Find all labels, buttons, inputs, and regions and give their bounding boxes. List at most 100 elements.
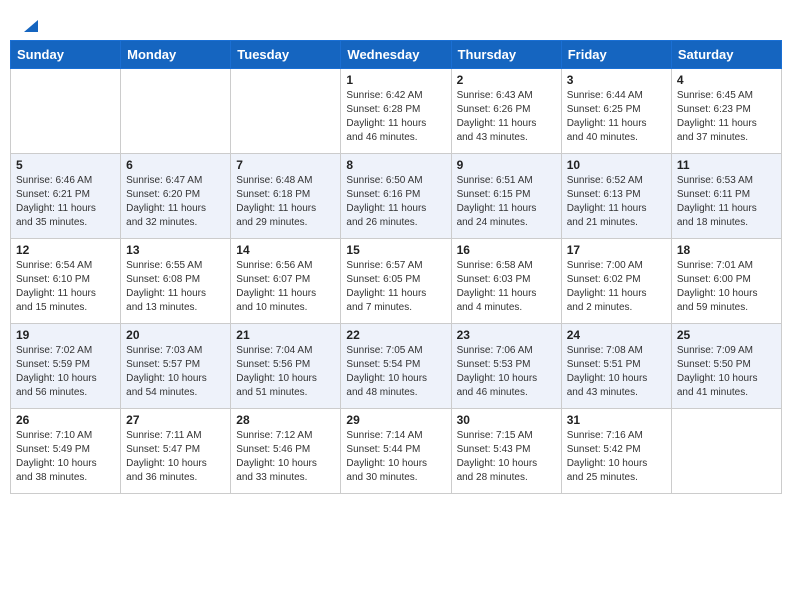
day-info: Sunrise: 6:44 AM Sunset: 6:25 PM Dayligh… [567, 89, 666, 145]
day-info: Sunrise: 6:47 AM Sunset: 6:20 PM Dayligh… [126, 174, 225, 230]
day-number: 23 [457, 328, 556, 342]
day-info: Sunrise: 6:50 AM Sunset: 6:16 PM Dayligh… [346, 174, 445, 230]
day-header-wednesday: Wednesday [341, 41, 451, 69]
calendar-week-4: 26Sunrise: 7:10 AM Sunset: 5:49 PM Dayli… [11, 409, 782, 494]
day-header-saturday: Saturday [671, 41, 781, 69]
calendar-cell: 27Sunrise: 7:11 AM Sunset: 5:47 PM Dayli… [121, 409, 231, 494]
day-info: Sunrise: 6:55 AM Sunset: 6:08 PM Dayligh… [126, 259, 225, 315]
day-info: Sunrise: 7:00 AM Sunset: 6:02 PM Dayligh… [567, 259, 666, 315]
calendar-cell: 12 Sunrise: 6:54 AM Sunset: 6:10 PM Dayli… [11, 239, 121, 324]
day-info: Sunrise: 6:58 AM Sunset: 6:03 PM Dayligh… [457, 259, 556, 315]
page-header [10, 10, 782, 40]
day-number: 16 [457, 243, 556, 257]
day-number: 14 [236, 243, 335, 257]
day-number: 15 [346, 243, 445, 257]
calendar-cell: 1Sunrise: 6:42 AM Sunset: 6:28 PM Daylig… [341, 69, 451, 154]
calendar-cell: 5 Sunrise: 6:46 AM Sunset: 6:21 PM Daylig… [11, 154, 121, 239]
day-info: Sunrise: 7:04 AM Sunset: 5:56 PM Dayligh… [236, 344, 335, 400]
day-info: Sunrise: 7:03 AM Sunset: 5:57 PM Dayligh… [126, 344, 225, 400]
day-info: Sunrise: 6:56 AM Sunset: 6:07 PM Dayligh… [236, 259, 335, 315]
calendar-cell: 28 Sunrise: 7:12 AM Sunset: 5:46 PM Dayli… [231, 409, 341, 494]
calendar-cell: 29 Sunrise: 7:14 AM Sunset: 5:44 PM Dayli… [341, 409, 451, 494]
day-number: 21 [236, 328, 335, 342]
day-number: 22 [346, 328, 445, 342]
calendar-cell: 14 Sunrise: 6:56 AM Sunset: 6:07 PM Dayli… [231, 239, 341, 324]
day-info: Sunrise: 7:06 AM Sunset: 5:53 PM Dayligh… [457, 344, 556, 400]
calendar-cell: 4Sunrise: 6:45 AM Sunset: 6:23 PM Daylig… [671, 69, 781, 154]
calendar-cell: 8 Sunrise: 6:50 AM Sunset: 6:16 PM Daylig… [341, 154, 451, 239]
calendar-week-1: 5 Sunrise: 6:46 AM Sunset: 6:21 PM Daylig… [11, 154, 782, 239]
day-number: 20 [126, 328, 225, 342]
day-header-sunday: Sunday [11, 41, 121, 69]
day-header-friday: Friday [561, 41, 671, 69]
day-number: 17 [567, 243, 666, 257]
day-number: 11 [677, 158, 776, 172]
calendar-cell: 31Sunrise: 7:16 AM Sunset: 5:42 PM Dayli… [561, 409, 671, 494]
day-header-tuesday: Tuesday [231, 41, 341, 69]
day-number: 28 [236, 413, 335, 427]
day-header-monday: Monday [121, 41, 231, 69]
day-number: 12 [16, 243, 115, 257]
day-number: 25 [677, 328, 776, 342]
calendar-cell: 23 Sunrise: 7:06 AM Sunset: 5:53 PM Dayli… [451, 324, 561, 409]
day-info: Sunrise: 6:51 AM Sunset: 6:15 PM Dayligh… [457, 174, 556, 230]
logo-icon [22, 16, 40, 34]
day-info: Sunrise: 7:05 AM Sunset: 5:54 PM Dayligh… [346, 344, 445, 400]
calendar-cell: 22 Sunrise: 7:05 AM Sunset: 5:54 PM Dayli… [341, 324, 451, 409]
day-number: 18 [677, 243, 776, 257]
day-info: Sunrise: 6:43 AM Sunset: 6:26 PM Dayligh… [457, 89, 556, 145]
day-info: Sunrise: 7:12 AM Sunset: 5:46 PM Dayligh… [236, 429, 335, 485]
day-number: 10 [567, 158, 666, 172]
calendar-cell: 16 Sunrise: 6:58 AM Sunset: 6:03 PM Dayli… [451, 239, 561, 324]
calendar-cell: 9 Sunrise: 6:51 AM Sunset: 6:15 PM Daylig… [451, 154, 561, 239]
day-number: 29 [346, 413, 445, 427]
day-info: Sunrise: 7:01 AM Sunset: 6:00 PM Dayligh… [677, 259, 776, 315]
calendar-week-0: 1Sunrise: 6:42 AM Sunset: 6:28 PM Daylig… [11, 69, 782, 154]
calendar-cell: 11 Sunrise: 6:53 AM Sunset: 6:11 PM Dayli… [671, 154, 781, 239]
calendar-cell: 20 Sunrise: 7:03 AM Sunset: 5:57 PM Dayli… [121, 324, 231, 409]
calendar-cell: 10 Sunrise: 6:52 AM Sunset: 6:13 PM Dayli… [561, 154, 671, 239]
day-info: Sunrise: 6:52 AM Sunset: 6:13 PM Dayligh… [567, 174, 666, 230]
day-info: Sunrise: 6:42 AM Sunset: 6:28 PM Dayligh… [346, 89, 445, 145]
day-number: 9 [457, 158, 556, 172]
calendar-cell: 17 Sunrise: 7:00 AM Sunset: 6:02 PM Dayli… [561, 239, 671, 324]
calendar-cell: 3 Sunrise: 6:44 AM Sunset: 6:25 PM Daylig… [561, 69, 671, 154]
day-info: Sunrise: 7:08 AM Sunset: 5:51 PM Dayligh… [567, 344, 666, 400]
calendar-cell: 30Sunrise: 7:15 AM Sunset: 5:43 PM Dayli… [451, 409, 561, 494]
day-number: 3 [567, 73, 666, 87]
day-info: Sunrise: 6:54 AM Sunset: 6:10 PM Dayligh… [16, 259, 115, 315]
day-number: 2 [457, 73, 556, 87]
day-info: Sunrise: 6:53 AM Sunset: 6:11 PM Dayligh… [677, 174, 776, 230]
calendar-cell: 18 Sunrise: 7:01 AM Sunset: 6:00 PM Dayli… [671, 239, 781, 324]
calendar-cell: 26Sunrise: 7:10 AM Sunset: 5:49 PM Dayli… [11, 409, 121, 494]
day-number: 6 [126, 158, 225, 172]
calendar: SundayMondayTuesdayWednesdayThursdayFrid… [10, 40, 782, 494]
day-info: Sunrise: 6:46 AM Sunset: 6:21 PM Dayligh… [16, 174, 115, 230]
day-info: Sunrise: 7:10 AM Sunset: 5:49 PM Dayligh… [16, 429, 115, 485]
day-info: Sunrise: 7:02 AM Sunset: 5:59 PM Dayligh… [16, 344, 115, 400]
calendar-cell: 24 Sunrise: 7:08 AM Sunset: 5:51 PM Dayli… [561, 324, 671, 409]
calendar-week-3: 19 Sunrise: 7:02 AM Sunset: 5:59 PM Dayli… [11, 324, 782, 409]
day-number: 19 [16, 328, 115, 342]
day-info: Sunrise: 7:14 AM Sunset: 5:44 PM Dayligh… [346, 429, 445, 485]
calendar-cell: 13 Sunrise: 6:55 AM Sunset: 6:08 PM Dayli… [121, 239, 231, 324]
calendar-cell: 21 Sunrise: 7:04 AM Sunset: 5:56 PM Dayli… [231, 324, 341, 409]
day-number: 8 [346, 158, 445, 172]
calendar-cell: 2 Sunrise: 6:43 AM Sunset: 6:26 PM Daylig… [451, 69, 561, 154]
day-number: 5 [16, 158, 115, 172]
day-info: Sunrise: 6:48 AM Sunset: 6:18 PM Dayligh… [236, 174, 335, 230]
calendar-cell [231, 69, 341, 154]
day-number: 30 [457, 413, 556, 427]
day-info: Sunrise: 6:45 AM Sunset: 6:23 PM Dayligh… [677, 89, 776, 145]
calendar-cell: 15Sunrise: 6:57 AM Sunset: 6:05 PM Dayli… [341, 239, 451, 324]
calendar-cell [671, 409, 781, 494]
day-number: 7 [236, 158, 335, 172]
day-number: 13 [126, 243, 225, 257]
day-number: 27 [126, 413, 225, 427]
calendar-cell: 19 Sunrise: 7:02 AM Sunset: 5:59 PM Dayli… [11, 324, 121, 409]
logo [20, 18, 40, 34]
calendar-cell: 25Sunrise: 7:09 AM Sunset: 5:50 PM Dayli… [671, 324, 781, 409]
day-header-thursday: Thursday [451, 41, 561, 69]
calendar-cell [11, 69, 121, 154]
day-number: 24 [567, 328, 666, 342]
